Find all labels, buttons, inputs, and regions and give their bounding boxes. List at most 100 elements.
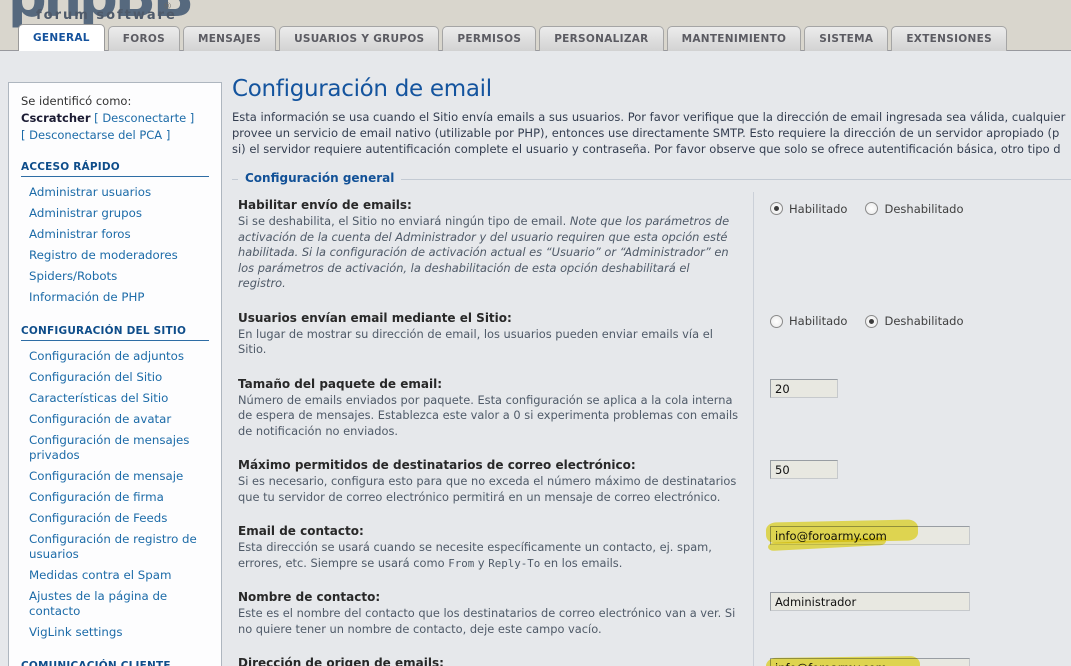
sidebar-item-label: Configuración de mensajes privados [29, 433, 189, 462]
tab-foros[interactable]: FOROS [108, 26, 180, 51]
input-value: 50 [775, 463, 790, 477]
input-value: 20 [775, 382, 790, 396]
tab-permisos[interactable]: PERMISOS [442, 26, 536, 51]
field-label: Máximo permitidos de destinatarios de co… [238, 458, 739, 472]
intro-line-2: provee un servicio de email nativo (util… [232, 125, 1071, 141]
sidebar-item-administrar-grupos[interactable]: Administrar grupos [21, 203, 209, 224]
text-input-tamano-del-paquete-de-email[interactable]: 20 [770, 379, 838, 398]
column-divider [753, 192, 754, 666]
sidebar-item-label: Administrar usuarios [29, 185, 151, 199]
field-description: Este es el nombre del contacto que los d… [238, 606, 739, 637]
text-input-direccion-de-origen-de-emails[interactable]: info@foroarmy.com [770, 658, 970, 666]
radio-option-deshabilitado[interactable]: Deshabilitado [865, 314, 963, 328]
sidebar-item-label: Configuración de mensaje [29, 469, 183, 483]
tab-general[interactable]: GENERAL [18, 24, 105, 51]
field-control: Habilitado Deshabilitado [753, 311, 1071, 358]
sidebar-item-label: Información de PHP [29, 290, 145, 304]
tab-personalizar[interactable]: PERSONALIZAR [539, 26, 663, 51]
radio-checked-icon[interactable] [865, 315, 878, 328]
sidebar-item-configuracion-de-adjuntos[interactable]: Configuración de adjuntos [21, 346, 209, 367]
radio-label: Deshabilitado [884, 314, 963, 328]
main-panel: Configuración de email Esta información … [232, 76, 1071, 666]
radio-option-deshabilitado[interactable]: Deshabilitado [865, 202, 963, 216]
general-settings-fieldset: Configuración general Habilitar envío de… [232, 179, 1071, 666]
sidebar-item-configuracion-de-avatar[interactable]: Configuración de avatar [21, 409, 209, 430]
radio-unchecked-icon[interactable] [865, 202, 878, 215]
sidebar-section-title-acceso-rapido: ACCESO RÁPIDO [21, 161, 209, 177]
sidebar-item-label: Administrar grupos [29, 206, 142, 220]
tab-sistema[interactable]: SISTEMA [804, 26, 888, 51]
sidebar-item-label: Configuración de registro de usuarios [29, 532, 197, 561]
fieldset-legend: Configuración general [238, 171, 401, 185]
page-title: Configuración de email [232, 76, 1071, 102]
tab-mantenimiento[interactable]: MANTENIMIENTO [667, 26, 802, 51]
field-label: Email de contacto: [238, 524, 739, 538]
text-input-maximo-permitidos-de-destinatarios-de-correo-electronico[interactable]: 50 [770, 460, 838, 479]
field-control: info@foroarmy.com [753, 524, 1071, 571]
tab-bar: GENERALFOROSMENSAJESUSUARIOS Y GRUPOSPER… [18, 24, 1010, 51]
tab-mensajes[interactable]: MENSAJES [183, 26, 276, 51]
sidebar-item-label: VigLink settings [29, 625, 123, 639]
sidebar-item-label: Configuración de avatar [29, 412, 171, 426]
sidebar-section-title-comunicacion-cliente: COMUNICACIÓN CLIENTE [21, 660, 209, 666]
logout-link[interactable]: [ Desconectarte ] [94, 111, 194, 125]
phpbb-logo-subtitle: forum software [36, 8, 177, 23]
phpbb-acp-page: phpBB forum software ® GENERALFOROSMENSA… [0, 0, 1071, 666]
sidebar-item-configuracion-de-mensaje[interactable]: Configuración de mensaje [21, 466, 209, 487]
radio-option-habilitado[interactable]: Habilitado [770, 314, 847, 328]
sidebar-item-label: Configuración de firma [29, 490, 164, 504]
sidebar-item-administrar-usuarios[interactable]: Administrar usuarios [21, 182, 209, 203]
field-label: Habilitar envío de emails: [238, 198, 739, 212]
sidebar-item-medidas-contra-el-spam[interactable]: Medidas contra el Spam [21, 565, 209, 586]
field-control: info@foroarmy.com [753, 656, 1071, 666]
field-label: Dirección de origen de emails: [238, 656, 739, 666]
sidebar-item-configuracion-de-feeds[interactable]: Configuración de Feeds [21, 508, 209, 529]
field-text: Máximo permitidos de destinatarios de co… [238, 458, 753, 505]
field-text: Email de contacto: Esta dirección se usar… [238, 524, 753, 571]
form-row-nombre-de-contacto: Nombre de contacto: Este es el nombre del… [232, 580, 1071, 646]
sidebar: Se identificó como: Cscratcher [ Descone… [8, 82, 222, 666]
text-input-email-de-contacto[interactable]: info@foroarmy.com [770, 526, 970, 545]
field-description: Esta dirección se usará cuando se necesi… [238, 540, 739, 571]
tab-usuarios-y-grupos[interactable]: USUARIOS Y GRUPOS [279, 26, 439, 51]
radio-label: Habilitado [789, 314, 847, 328]
field-text: Usuarios envían email mediante el Sitio:… [238, 311, 753, 358]
field-label: Nombre de contacto: [238, 590, 739, 604]
radio-option-habilitado[interactable]: Habilitado [770, 202, 847, 216]
sidebar-item-label: Administrar foros [29, 227, 131, 241]
text-input-nombre-de-contacto[interactable]: Administrador [770, 592, 970, 611]
identity-block: Se identificó como: Cscratcher [ Descone… [21, 93, 209, 144]
field-description: Si es necesario, configura esto para que… [238, 474, 739, 505]
field-text: Tamaño del paquete de email:Número de em… [238, 377, 753, 440]
radio-checked-icon[interactable] [770, 202, 783, 215]
sidebar-item-informacion-de-php[interactable]: Información de PHP [21, 287, 209, 308]
identity-intro: Se identificó como: [21, 93, 209, 110]
sidebar-item-registro-de-moderadores[interactable]: Registro de moderadores [21, 245, 209, 266]
sidebar-item-configuracion-de-firma[interactable]: Configuración de firma [21, 487, 209, 508]
input-value: info@foroarmy.com [775, 529, 887, 543]
sidebar-item-viglink-settings[interactable]: VigLink settings [21, 622, 209, 643]
sidebar-item-configuracion-de-registro-de-usuarios[interactable]: Configuración de registro de usuarios [21, 529, 209, 565]
radio-label: Deshabilitado [884, 202, 963, 216]
input-value: Administrador [775, 595, 856, 609]
sidebar-item-configuracion-del-sitio[interactable]: Configuración del Sitio [21, 367, 209, 388]
sidebar-item-label: Configuración de Feeds [29, 511, 167, 525]
sidebar-item-configuracion-de-mensajes-privados[interactable]: Configuración de mensajes privados [21, 430, 209, 466]
form-row-tamano-del-paquete-de-email: Tamaño del paquete de email:Número de em… [232, 367, 1071, 449]
form-row-habilitar-envio-de-emails: Habilitar envío de emails:Si se deshabil… [232, 188, 1071, 301]
logout-acp-link[interactable]: [ Desconectarse del PCA ] [21, 127, 209, 144]
tab-extensiones[interactable]: EXTENSIONES [891, 26, 1007, 51]
sidebar-item-caracteristicas-del-sitio[interactable]: Características del Sitio [21, 388, 209, 409]
sidebar-item-spiders-robots[interactable]: Spiders/Robots [21, 266, 209, 287]
sidebar-item-ajustes-de-la-pagina-de-contacto[interactable]: Ajustes de la página de contacto [21, 586, 209, 622]
sidebar-item-label: Spiders/Robots [29, 269, 117, 283]
intro-line-1: Esta información se usa cuando el Sitio … [232, 109, 1071, 125]
sidebar-item-label: Medidas contra el Spam [29, 568, 171, 582]
field-text: Habilitar envío de emails:Si se deshabil… [238, 198, 753, 292]
intro-line-3: si) el servidor requiere autentificación… [232, 141, 1071, 157]
content-area: Se identificó como: Cscratcher [ Descone… [0, 52, 1071, 666]
sidebar-item-administrar-foros[interactable]: Administrar foros [21, 224, 209, 245]
form-row-usuarios-envian-email-mediante-el-sitio: Usuarios envían email mediante el Sitio:… [232, 301, 1071, 367]
radio-unchecked-icon[interactable] [770, 315, 783, 328]
sidebar-nav: ACCESO RÁPIDO Administrar usuarios Adminis… [21, 161, 209, 666]
